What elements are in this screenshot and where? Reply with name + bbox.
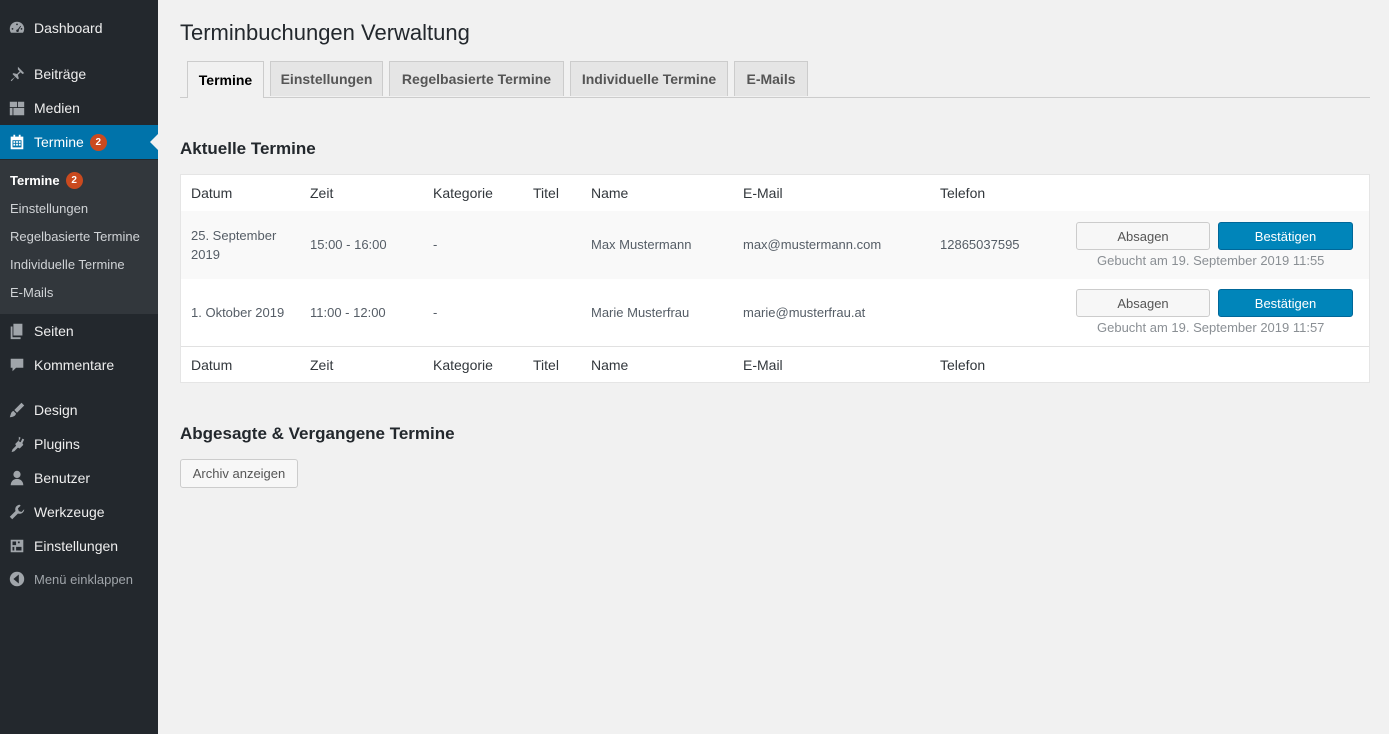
cell-datum-line1: 1. Oktober 2019: [191, 305, 285, 320]
menu-item-benutzer[interactable]: Benutzer: [0, 461, 158, 495]
table-row: 25. September 2019 15:00 - 16:00 - Max M…: [181, 211, 1369, 279]
cell-name: Max Mustermann: [591, 237, 692, 252]
menu-label-design: Design: [34, 402, 78, 418]
collapse-menu-button[interactable]: Menü einklappen: [0, 562, 158, 596]
booked-timestamp: Gebucht am 19. September 2019 11:57: [1097, 320, 1325, 335]
table-footer-row: Datum Zeit Kategorie Titel Name E-Mail T…: [181, 346, 1369, 383]
dashboard-icon: [7, 18, 27, 38]
submenu-item-emails[interactable]: E-Mails: [10, 282, 53, 302]
cell-datum-line2: 2019: [191, 247, 220, 262]
tab-einstellungen[interactable]: Einstellungen: [270, 61, 383, 96]
column-footer-titel: Titel: [533, 357, 559, 373]
menu-label-medien: Medien: [34, 100, 80, 116]
confirm-button[interactable]: Bestätigen: [1218, 289, 1353, 317]
cell-datum: 25. September 2019: [191, 226, 276, 264]
cell-datum: 1. Oktober 2019: [191, 303, 284, 322]
submenu-item-einstellungen[interactable]: Einstellungen: [10, 198, 88, 218]
collapse-arrow-icon: [7, 569, 27, 589]
pin-icon: [7, 64, 27, 84]
column-header-telefon: Telefon: [940, 185, 986, 201]
menu-item-plugins[interactable]: Plugins: [0, 427, 158, 461]
menu-item-beitraege[interactable]: Beiträge: [0, 57, 158, 91]
tab-individuelle-termine[interactable]: Individuelle Termine: [570, 61, 728, 96]
cell-email: max@mustermann.com: [743, 237, 882, 252]
table-header-row: Datum Zeit Kategorie Titel Name E-Mail T…: [181, 175, 1369, 212]
menu-item-einstellungen[interactable]: Einstellungen: [0, 529, 158, 563]
menu-label-einstellungen: Einstellungen: [34, 538, 119, 554]
collapse-menu-label: Menü einklappen: [34, 571, 134, 587]
column-footer-kategorie: Kategorie: [433, 357, 493, 373]
column-header-kategorie: Kategorie: [433, 185, 493, 201]
pending-count-badge: 2: [89, 133, 107, 151]
tab-termine[interactable]: Termine: [187, 61, 264, 98]
table-row: 1. Oktober 2019 11:00 - 12:00 - Marie Mu…: [181, 279, 1369, 346]
cell-name: Marie Musterfrau: [591, 305, 690, 320]
column-footer-email: E-Mail: [743, 357, 783, 373]
cell-zeit: 15:00 - 16:00: [310, 237, 387, 252]
brush-icon: [7, 400, 27, 420]
comment-icon: [7, 355, 27, 375]
column-footer-datum: Datum: [191, 357, 233, 373]
page-title: Terminbuchungen Verwaltung: [180, 20, 470, 45]
menu-item-werkzeuge[interactable]: Werkzeuge: [0, 495, 158, 529]
submenu-item-termine[interactable]: Termine 2: [10, 170, 83, 190]
column-header-email: E-Mail: [743, 185, 783, 201]
confirm-button[interactable]: Bestätigen: [1218, 222, 1353, 250]
cell-kategorie: -: [433, 237, 438, 252]
cell-datum-line1: 25. September: [191, 228, 277, 243]
menu-label-werkzeuge: Werkzeuge: [34, 504, 105, 520]
current-appointments-heading: Aktuelle Termine: [180, 139, 316, 158]
tab-emails[interactable]: E-Mails: [734, 61, 808, 96]
media-icon: [7, 98, 27, 118]
cell-telefon: 12865037595: [940, 237, 1020, 252]
menu-item-seiten[interactable]: Seiten: [0, 314, 158, 348]
show-archive-button[interactable]: Archiv anzeigen: [180, 459, 298, 488]
column-footer-telefon: Telefon: [940, 357, 986, 373]
menu-item-kommentare[interactable]: Kommentare: [0, 348, 158, 382]
submenu-pending-count-badge: 2: [65, 171, 83, 189]
appointments-table: Datum Zeit Kategorie Titel Name E-Mail T…: [180, 174, 1370, 383]
nav-tabs: Termine Einstellungen Regelbasierte Term…: [180, 61, 1370, 98]
column-header-name: Name: [591, 185, 629, 201]
admin-sidebar: Dashboard Beiträge Medien Termine 2 Term…: [0, 0, 158, 734]
cancel-button[interactable]: Absagen: [1076, 289, 1210, 317]
column-footer-zeit: Zeit: [310, 357, 334, 373]
menu-label-seiten: Seiten: [34, 323, 74, 339]
tab-regelbasierte-termine[interactable]: Regelbasierte Termine: [389, 61, 564, 96]
cell-kategorie: -: [433, 305, 438, 320]
column-header-zeit: Zeit: [310, 185, 334, 201]
menu-item-design[interactable]: Design: [0, 393, 158, 427]
termine-submenu: Termine 2 Einstellungen Regelbasierte Te…: [0, 160, 158, 314]
menu-item-termine[interactable]: Termine 2: [0, 125, 158, 159]
menu-label-benutzer: Benutzer: [34, 470, 91, 486]
pages-icon: [7, 321, 27, 341]
menu-item-dashboard[interactable]: Dashboard: [0, 11, 158, 45]
menu-label-plugins: Plugins: [34, 436, 80, 452]
cell-zeit: 11:00 - 12:00: [310, 305, 386, 320]
menu-label-beitraege: Beiträge: [34, 66, 87, 82]
menu-label-termine: Termine: [34, 134, 84, 150]
wrench-icon: [7, 502, 27, 522]
plugin-icon: [7, 434, 27, 454]
column-header-titel: Titel: [533, 185, 559, 201]
booked-timestamp: Gebucht am 19. September 2019 11:55: [1097, 253, 1325, 268]
user-icon: [7, 468, 27, 488]
menu-item-medien[interactable]: Medien: [0, 91, 158, 125]
menu-label-dashboard: Dashboard: [34, 20, 103, 36]
column-footer-name: Name: [591, 357, 629, 373]
cancel-button[interactable]: Absagen: [1076, 222, 1210, 250]
settings-icon: [7, 536, 27, 556]
submenu-item-regelbasierte-termine[interactable]: Regelbasierte Termine: [10, 226, 140, 246]
submenu-label-termine: Termine: [10, 172, 60, 188]
column-header-datum: Datum: [191, 185, 233, 201]
calendar-icon: [7, 132, 27, 152]
submenu-item-individuelle-termine[interactable]: Individuelle Termine: [10, 254, 125, 274]
menu-label-kommentare: Kommentare: [34, 357, 115, 373]
past-appointments-heading: Abgesagte & Vergangene Termine: [180, 424, 455, 443]
cell-email: marie@musterfrau.at: [743, 305, 866, 320]
